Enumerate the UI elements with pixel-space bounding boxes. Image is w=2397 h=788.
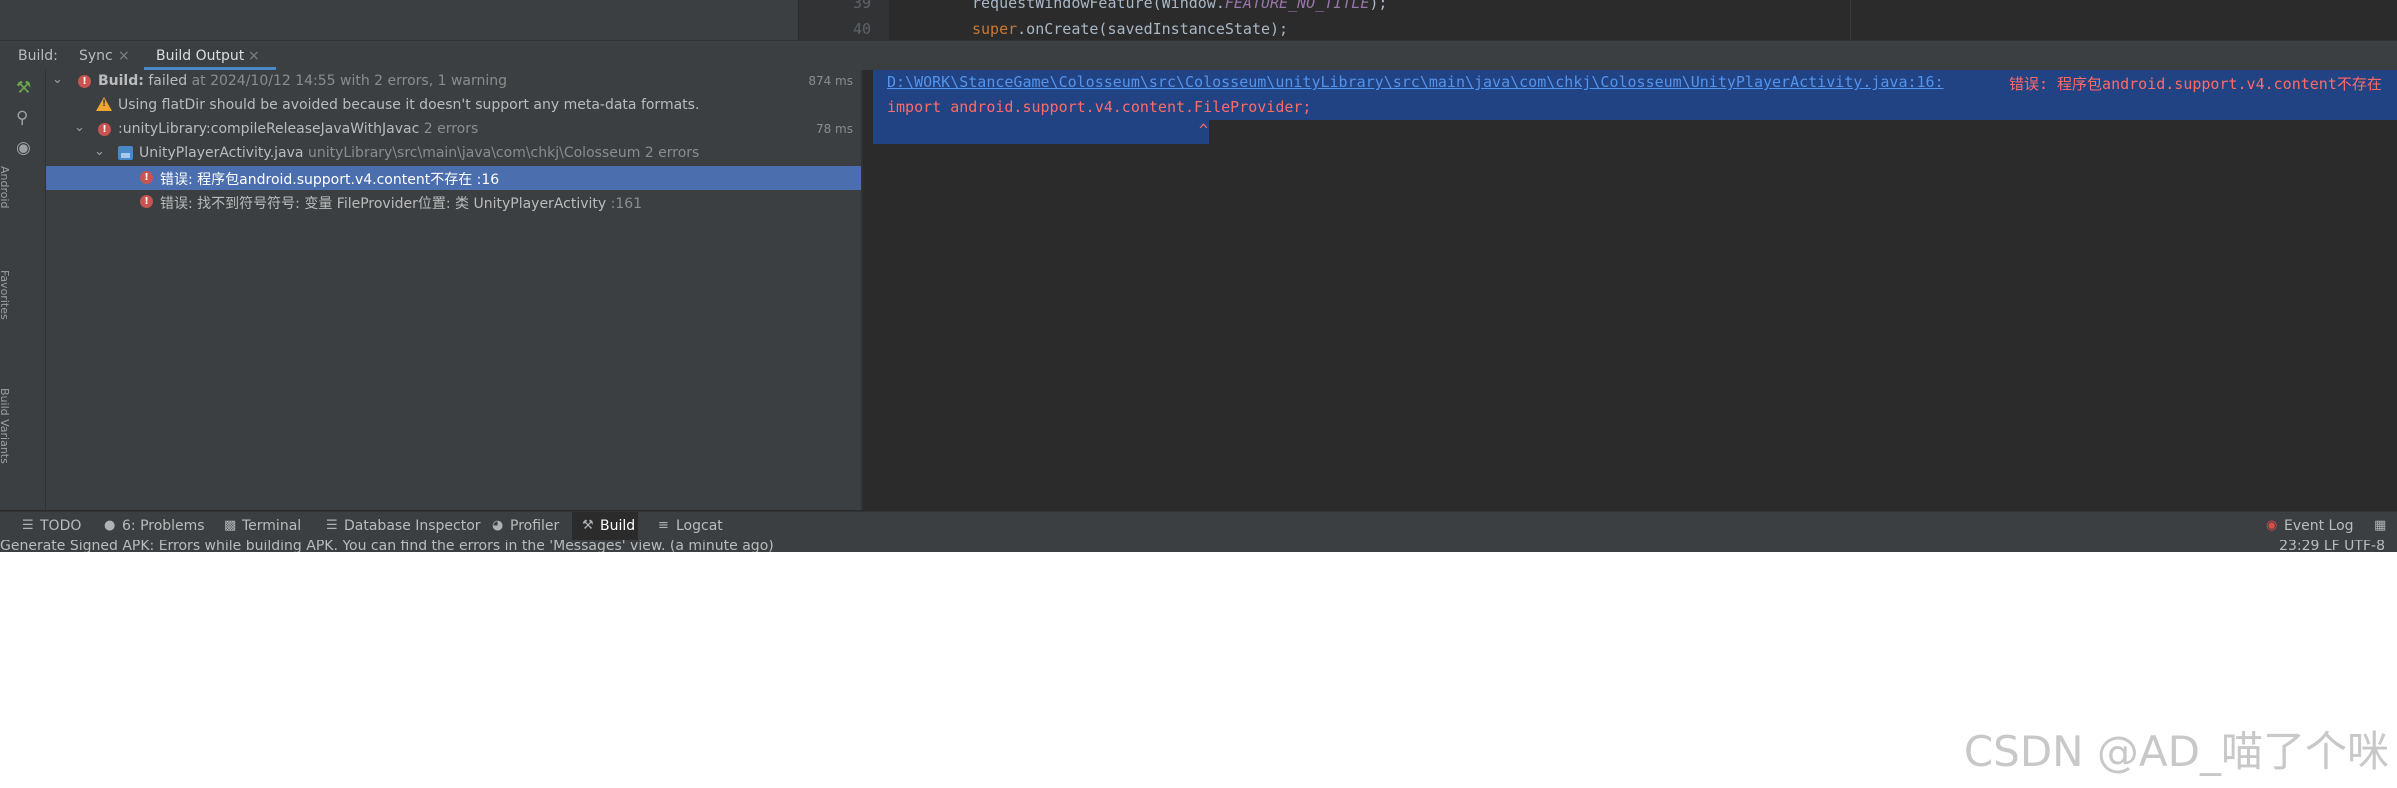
console-import-line: import android.support.v4.content.FilePr…	[887, 98, 1312, 116]
chevron-down-icon[interactable]: ⌄	[94, 144, 105, 159]
file-name: UnityPlayerActivity.java	[139, 145, 304, 161]
console-caret: ^	[1199, 121, 1209, 139]
android-studio-window: 39 40 requestWindowFeature(Window.FEATUR…	[0, 0, 2397, 552]
code-text: .onCreate(savedInstanceState);	[1017, 20, 1289, 38]
tree-row-task[interactable]: ⌄ ! :unityLibrary:compileReleaseJavaWith…	[46, 118, 861, 142]
right-margin-guide	[1850, 0, 1851, 40]
error-text: 错误: 程序包android.support.v4.content不存在 :16	[160, 172, 500, 188]
task-time: 78 ms	[815, 122, 853, 136]
task-name: :unityLibrary:compileReleaseJavaWithJava…	[118, 121, 420, 137]
error-file-link[interactable]: D:\WORK\StanceGame\Colosseum\src\Colosse…	[887, 73, 1944, 91]
side-tab-android[interactable]: Android	[0, 166, 11, 209]
terminal-icon: ▩	[224, 518, 237, 533]
problems-icon: ●	[104, 518, 116, 533]
error-text: 错误: 找不到符号符号: 变量 FileProvider位置: 类 UnityP…	[160, 196, 607, 212]
bottom-tab-todo[interactable]: ☰ TODO	[22, 512, 86, 540]
side-tab-favorites[interactable]: Favorites	[0, 270, 11, 320]
csdn-watermark: CSDN @AD_喵了个咪	[1963, 727, 2389, 776]
bottom-tab-label: 6: Problems	[122, 518, 205, 534]
build-detail: at 2024/10/12 14:55 with 2 errors, 1 war…	[191, 73, 508, 89]
build-toolwindow-header: Build: Sync × Build Output ×	[0, 40, 2397, 71]
code-text: );	[1369, 0, 1388, 12]
tree-row-error-2[interactable]: ! 错误: 找不到符号符号: 变量 FileProvider位置: 类 Unit…	[46, 190, 861, 214]
code-text: requestWindowFeature(Window.	[972, 0, 1225, 12]
error-icon: !	[98, 123, 111, 136]
console-error-message: 错误: 程序包android.support.v4.content不存在	[2009, 75, 2382, 93]
tab-label: Build Output	[156, 48, 245, 64]
bottom-tab-database-inspector[interactable]: ☰ Database Inspector	[326, 512, 481, 540]
tab-build-output[interactable]: Build Output ×	[144, 41, 276, 70]
status-indicators[interactable]: 23:29 LF UTF-8	[2279, 540, 2385, 552]
tree-row-build-root[interactable]: ⌄ ! Build: failed at 2024/10/12 14:55 wi…	[46, 70, 861, 94]
java-file-icon	[118, 146, 133, 160]
line-number: 40	[852, 20, 871, 38]
tab-sync[interactable]: Sync	[79, 48, 113, 64]
layout-icon: ▦	[2374, 518, 2387, 533]
code-keyword: super	[972, 20, 1018, 38]
warning-icon: !	[96, 97, 112, 111]
bottom-tab-label: Database Inspector	[344, 518, 481, 534]
close-icon[interactable]: ×	[118, 48, 130, 64]
hammer-icon[interactable]: ⚒	[16, 78, 31, 98]
pin-icon[interactable]: ⚲	[16, 108, 28, 128]
error-icon: !	[140, 195, 153, 208]
code-line[interactable]: super.onCreate(savedInstanceState);	[972, 20, 1288, 38]
tree-row-warning[interactable]: ! Using flatDir should be avoided becaus…	[46, 94, 861, 118]
bottom-tab-label: Logcat	[676, 518, 723, 534]
error-icon: !	[78, 75, 91, 88]
tree-row-file[interactable]: ⌄ UnityPlayerActivity.java unityLibrary\…	[46, 142, 861, 166]
status-bar: Generate Signed APK: Errors while buildi…	[0, 540, 2397, 552]
chevron-down-icon[interactable]: ⌄	[74, 120, 85, 135]
editor-left-panel	[0, 0, 798, 40]
layout-settings-button[interactable]: ▦	[2374, 512, 2394, 540]
build-label: Build:	[98, 73, 144, 89]
bottom-tool-bar: ☰ TODO ● 6: Problems ▩ Terminal ☰ Databa…	[0, 511, 2397, 540]
bottom-tab-label: Build	[600, 518, 636, 534]
tree-row-error-1[interactable]: ! 错误: 程序包android.support.v4.content不存在 :…	[46, 166, 861, 190]
warning-text: Using flatDir should be avoided because …	[118, 97, 700, 113]
logcat-icon: ≡	[658, 518, 669, 533]
status-message[interactable]: Generate Signed APK: Errors while buildi…	[0, 540, 774, 552]
build-tree: ⌄ ! Build: failed at 2024/10/12 14:55 wi…	[46, 70, 861, 510]
list-icon: ☰	[22, 518, 34, 533]
file-detail: unityLibrary\src\main\java\com\chkj\Colo…	[307, 145, 700, 161]
build-status: failed	[148, 73, 188, 89]
hammer-icon: ⚒	[582, 518, 594, 533]
build-label: Build:	[18, 48, 58, 64]
error-icon: !	[140, 171, 153, 184]
eye-icon[interactable]: ◉	[16, 138, 31, 158]
side-tab-build-variants[interactable]: Build Variants	[0, 388, 11, 464]
chevron-down-icon[interactable]: ⌄	[52, 72, 63, 87]
bottom-tab-label: Event Log	[2284, 518, 2354, 534]
code-editor[interactable]: 39 40 requestWindowFeature(Window.FEATUR…	[0, 0, 2397, 40]
bottom-tab-label: Profiler	[510, 518, 560, 534]
build-time: 874 ms	[808, 74, 853, 88]
event-log-icon: ◉	[2266, 518, 2278, 533]
bottom-tab-problems[interactable]: ● 6: Problems	[104, 512, 205, 540]
bottom-tab-profiler[interactable]: ◕ Profiler	[492, 512, 564, 540]
bottom-tab-event-log[interactable]: ◉ Event Log	[2266, 512, 2356, 540]
console-selection: D:\WORK\StanceGame\Colosseum\src\Colosse…	[873, 70, 2397, 144]
line-number: 39	[852, 0, 871, 12]
task-detail: 2 errors	[423, 121, 479, 137]
bottom-tab-label: TODO	[40, 518, 82, 534]
bottom-tab-logcat[interactable]: ≡ Logcat	[658, 512, 726, 540]
bottom-tab-label: Terminal	[242, 518, 302, 534]
close-icon[interactable]: ×	[248, 48, 260, 64]
code-line[interactable]: requestWindowFeature(Window.FEATURE_NO_T…	[972, 0, 1387, 12]
selection-highlight	[873, 120, 1209, 144]
error-line: :161	[610, 196, 643, 212]
bottom-tab-build[interactable]: ⚒ Build	[572, 512, 638, 540]
build-toolwindow-toolbar: ⚒ ⚲ ◉ Android Favorites Build Variants	[0, 70, 46, 510]
line-number-gutter: 39 40	[798, 0, 889, 40]
build-console[interactable]: D:\WORK\StanceGame\Colosseum\src\Colosse…	[863, 70, 2397, 510]
profiler-icon: ◕	[492, 518, 504, 533]
database-icon: ☰	[326, 518, 338, 533]
code-constant: FEATURE_NO_TITLE	[1224, 0, 1370, 12]
bottom-tab-terminal[interactable]: ▩ Terminal	[224, 512, 304, 540]
